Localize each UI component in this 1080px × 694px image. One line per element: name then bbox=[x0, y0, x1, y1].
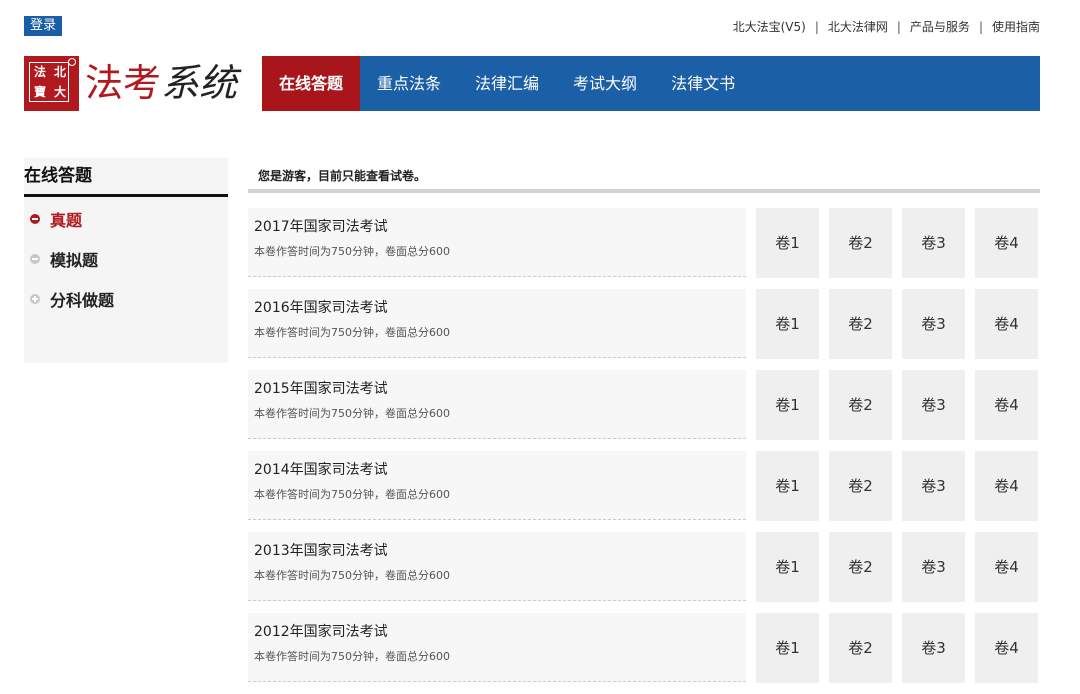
volume-button[interactable]: 卷1 bbox=[756, 208, 819, 278]
sidebar-item-label: 真题 bbox=[50, 211, 83, 230]
exam-title[interactable]: 2014年国家司法考试 bbox=[254, 461, 746, 479]
sidebar-title: 在线答题 bbox=[24, 158, 228, 197]
site-logo[interactable]: 法 北 寶 大 法考系统 bbox=[24, 56, 237, 111]
nav-key-articles[interactable]: 重点法条 bbox=[360, 56, 458, 111]
volume-button[interactable]: 卷2 bbox=[829, 451, 892, 521]
seal-char: 大 bbox=[53, 85, 66, 99]
volume-button[interactable]: 卷3 bbox=[902, 613, 965, 683]
volume-button[interactable]: 卷4 bbox=[975, 370, 1038, 440]
exam-subtitle: 本卷作答时间为750分钟，卷面总分600 bbox=[254, 569, 450, 582]
exam-title[interactable]: 2017年国家司法考试 bbox=[254, 218, 746, 236]
volume-button[interactable]: 卷3 bbox=[902, 451, 965, 521]
volume-button[interactable]: 卷2 bbox=[829, 532, 892, 602]
exam-title[interactable]: 2015年国家司法考试 bbox=[254, 380, 746, 398]
exam-title[interactable]: 2016年国家司法考试 bbox=[254, 299, 746, 317]
logo-text: 法考系统 bbox=[85, 56, 237, 111]
nav-law-compilation[interactable]: 法律汇编 bbox=[458, 56, 556, 111]
exam-subtitle: 本卷作答时间为750分钟，卷面总分600 bbox=[254, 650, 450, 663]
volume-button[interactable]: 卷3 bbox=[902, 532, 965, 602]
volume-button[interactable]: 卷1 bbox=[756, 532, 819, 602]
login-button[interactable]: 登录 bbox=[24, 16, 63, 36]
seal-char: 寶 bbox=[33, 85, 46, 99]
logo-text-red: 法考 bbox=[85, 61, 162, 105]
volume-button[interactable]: 卷1 bbox=[756, 289, 819, 359]
top-link-separator: | bbox=[896, 19, 901, 34]
volume-button[interactable]: 卷4 bbox=[975, 289, 1038, 359]
top-link-separator: | bbox=[978, 19, 983, 34]
exam-row: 2012年国家司法考试 本卷作答时间为750分钟，卷面总分600 卷1 卷2 卷… bbox=[248, 613, 1040, 683]
sidebar-item-subject-practice[interactable]: 分科做题 bbox=[24, 279, 228, 319]
exam-title[interactable]: 2012年国家司法考试 bbox=[254, 623, 746, 641]
volume-button[interactable]: 卷3 bbox=[902, 208, 965, 278]
minus-circle-icon bbox=[30, 254, 40, 264]
sidebar-item-label: 模拟题 bbox=[50, 251, 99, 270]
logo-text-dark: 系统 bbox=[161, 61, 238, 105]
exam-subtitle: 本卷作答时间为750分钟，卷面总分600 bbox=[254, 407, 450, 420]
top-link-pkulaw[interactable]: 北大法宝(V5) bbox=[733, 18, 806, 35]
plus-circle-icon bbox=[30, 294, 40, 304]
nav-legal-documents[interactable]: 法律文书 bbox=[654, 56, 752, 111]
volume-button[interactable]: 卷1 bbox=[756, 613, 819, 683]
exam-row: 2014年国家司法考试 本卷作答时间为750分钟，卷面总分600 卷1 卷2 卷… bbox=[248, 451, 1040, 521]
top-link-products[interactable]: 产品与服务 bbox=[910, 18, 970, 35]
volume-button[interactable]: 卷2 bbox=[829, 289, 892, 359]
volume-button[interactable]: 卷3 bbox=[902, 370, 965, 440]
exam-title[interactable]: 2013年国家司法考试 bbox=[254, 542, 746, 560]
main-nav: 在线答题 重点法条 法律汇编 考试大纲 法律文书 bbox=[262, 56, 1040, 111]
volume-button[interactable]: 卷3 bbox=[902, 289, 965, 359]
exam-subtitle: 本卷作答时间为750分钟，卷面总分600 bbox=[254, 326, 450, 339]
seal-char: 法 bbox=[33, 65, 46, 79]
exam-subtitle: 本卷作答时间为750分钟，卷面总分600 bbox=[254, 245, 450, 258]
volume-button[interactable]: 卷1 bbox=[756, 451, 819, 521]
exam-info: 2013年国家司法考试 本卷作答时间为750分钟，卷面总分600 bbox=[248, 532, 746, 601]
guest-notice: 您是游客，目前只能查看试卷。 bbox=[248, 158, 1040, 193]
exam-info: 2017年国家司法考试 本卷作答时间为750分钟，卷面总分600 bbox=[248, 208, 746, 277]
volume-button[interactable]: 卷4 bbox=[975, 451, 1038, 521]
exam-row: 2016年国家司法考试 本卷作答时间为750分钟，卷面总分600 卷1 卷2 卷… bbox=[248, 289, 1040, 359]
logo-seal: 法 北 寶 大 bbox=[24, 56, 79, 111]
nav-exam-syllabus[interactable]: 考试大纲 bbox=[556, 56, 654, 111]
sidebar: 在线答题 真题 模拟题 分科做题 bbox=[24, 158, 228, 363]
registered-mark-icon bbox=[68, 58, 76, 66]
exam-info: 2012年国家司法考试 本卷作答时间为750分钟，卷面总分600 bbox=[248, 613, 746, 682]
top-link-guide[interactable]: 使用指南 bbox=[992, 18, 1040, 35]
exam-row: 2013年国家司法考试 本卷作答时间为750分钟，卷面总分600 卷1 卷2 卷… bbox=[248, 532, 1040, 602]
exam-list: 2017年国家司法考试 本卷作答时间为750分钟，卷面总分600 卷1 卷2 卷… bbox=[248, 208, 1040, 694]
volume-button[interactable]: 卷4 bbox=[975, 208, 1038, 278]
nav-online-answer[interactable]: 在线答题 bbox=[262, 56, 361, 111]
sidebar-item-mock-exams[interactable]: 模拟题 bbox=[24, 239, 228, 279]
minus-circle-icon bbox=[30, 214, 40, 224]
volume-button[interactable]: 卷2 bbox=[829, 208, 892, 278]
exam-subtitle: 本卷作答时间为750分钟，卷面总分600 bbox=[254, 488, 450, 501]
top-link-separator: | bbox=[814, 19, 819, 34]
volume-button[interactable]: 卷2 bbox=[829, 613, 892, 683]
exam-row: 2015年国家司法考试 本卷作答时间为750分钟，卷面总分600 卷1 卷2 卷… bbox=[248, 370, 1040, 440]
top-link-chinalawinfo[interactable]: 北大法律网 bbox=[828, 18, 888, 35]
volume-button[interactable]: 卷4 bbox=[975, 532, 1038, 602]
exam-info: 2015年国家司法考试 本卷作答时间为750分钟，卷面总分600 bbox=[248, 370, 746, 439]
volume-button[interactable]: 卷2 bbox=[829, 370, 892, 440]
top-links: 北大法宝(V5) | 北大法律网 | 产品与服务 | 使用指南 bbox=[733, 18, 1040, 35]
exam-row: 2017年国家司法考试 本卷作答时间为750分钟，卷面总分600 卷1 卷2 卷… bbox=[248, 208, 1040, 278]
sidebar-item-real-exams[interactable]: 真题 bbox=[24, 199, 228, 239]
volume-button[interactable]: 卷4 bbox=[975, 613, 1038, 683]
volume-button[interactable]: 卷1 bbox=[756, 370, 819, 440]
sidebar-item-label: 分科做题 bbox=[50, 291, 115, 310]
exam-info: 2016年国家司法考试 本卷作答时间为750分钟，卷面总分600 bbox=[248, 289, 746, 358]
exam-info: 2014年国家司法考试 本卷作答时间为750分钟，卷面总分600 bbox=[248, 451, 746, 520]
seal-char: 北 bbox=[53, 65, 66, 79]
